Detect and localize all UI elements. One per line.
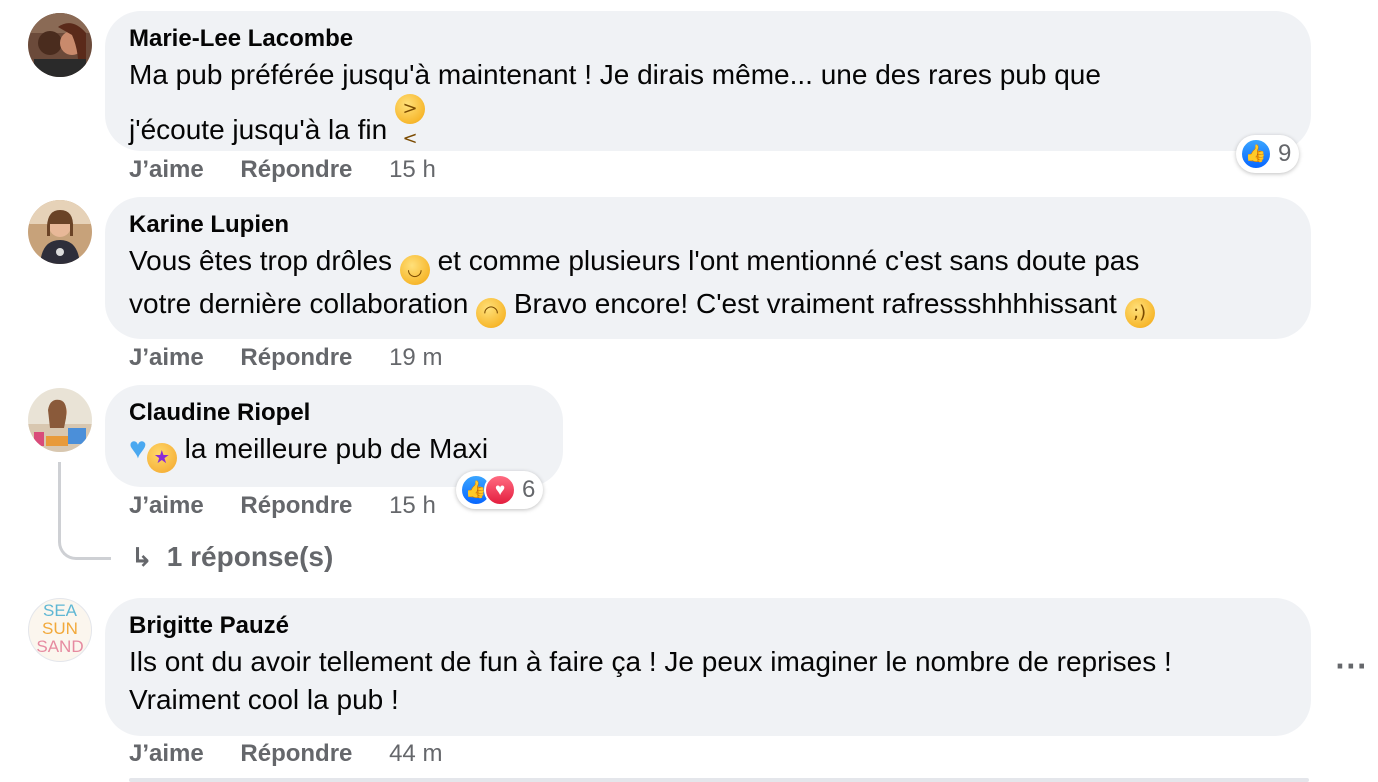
comment-text-line: la meilleure pub de Maxi [184, 433, 489, 464]
comment-timestamp[interactable]: 19 m [389, 344, 442, 371]
avatar-logo-text: SAND [36, 637, 84, 656]
thread-connector [58, 462, 111, 560]
comment-text-line: j'écoute jusqu'à la fin [129, 114, 388, 145]
more-options-icon[interactable]: ··· [1335, 652, 1368, 682]
laughing-emoji-icon: >< [394, 94, 425, 149]
comment-timestamp[interactable]: 15 h [389, 492, 436, 519]
view-replies-link[interactable]: ↳ 1 réponse(s) [131, 540, 333, 575]
comment-text: ♥ ★ la meilleure pub de Maxi [129, 430, 539, 473]
comment-bubble: Marie-Lee Lacombe Ma pub préférée jusqu'… [105, 11, 1311, 151]
grinning-emoji-icon: ◡ [399, 255, 430, 285]
reaction-count: 9 [1278, 140, 1292, 167]
like-button[interactable]: J’aime [129, 344, 204, 371]
blue-heart-icon: ♥ [129, 432, 147, 465]
comment-text-line: Vraiment cool la pub ! [129, 684, 399, 715]
comment-author[interactable]: Karine Lupien [129, 210, 1287, 240]
comment-timestamp[interactable]: 44 m [389, 740, 442, 767]
comment-text: Vous êtes trop drôles ◡ et comme plusieu… [129, 242, 1287, 328]
avatar-logo-text: SUN [42, 619, 78, 638]
like-button[interactable]: J’aime [129, 156, 204, 183]
comment-author[interactable]: Claudine Riopel [129, 398, 539, 428]
like-icon: 👍 [1240, 138, 1272, 170]
avatar-marie-lee[interactable] [28, 13, 92, 77]
comment-actions: J’aime Répondre 44 m [129, 739, 442, 769]
winking-emoji-icon: ;) [1124, 298, 1155, 328]
star-struck-emoji-icon: ★ [146, 443, 177, 473]
love-icon: ♥ [484, 474, 516, 506]
comment-actions: J’aime Répondre 19 m [129, 343, 442, 373]
comment-actions: J’aime Répondre 15 h [129, 155, 436, 185]
smiling-emoji-icon: ◠ [476, 298, 507, 328]
comment-author[interactable]: Brigitte Pauzé [129, 611, 1287, 641]
comment-actions: J’aime Répondre 15 h [129, 491, 436, 521]
like-button[interactable]: J’aime [129, 492, 204, 519]
avatar-claudine[interactable] [28, 388, 92, 452]
comment-text-line: votre dernière collaboration [129, 288, 469, 319]
reply-button[interactable]: Répondre [240, 740, 352, 767]
next-item-edge [129, 778, 1309, 782]
comment-bubble: Brigitte Pauzé Ils ont du avoir tellemen… [105, 598, 1311, 736]
comment-text-line: Vous êtes trop drôles [129, 245, 393, 276]
replies-label: 1 réponse(s) [166, 541, 334, 572]
comment-text-line: et comme plusieurs l'ont mentionné c'est… [437, 245, 1140, 276]
like-button[interactable]: J’aime [129, 740, 204, 767]
avatar-logo-text: SEA [42, 601, 78, 620]
reply-arrow-icon: ↳ [131, 543, 153, 573]
comment-timestamp[interactable]: 15 h [389, 156, 436, 183]
reply-button[interactable]: Répondre [240, 492, 352, 519]
reaction-summary[interactable]: 👍 ♥ 6 [456, 471, 544, 509]
comment-text-line: Bravo encore! C'est vraiment rafressshhh… [513, 288, 1117, 319]
comment-text-line: Ma pub préférée jusqu'à maintenant ! Je … [129, 59, 1101, 90]
comment-author[interactable]: Marie-Lee Lacombe [129, 24, 1287, 54]
comment-text: Ma pub préférée jusqu'à maintenant ! Je … [129, 56, 1287, 149]
reaction-summary[interactable]: 👍 9 [1236, 135, 1300, 173]
avatar-brigitte[interactable]: SEA SUN SAND [28, 598, 92, 662]
reply-button[interactable]: Répondre [240, 156, 352, 183]
avatar-karine[interactable] [28, 200, 92, 264]
comment-text-line: Ils ont du avoir tellement de fun à fair… [129, 646, 1172, 677]
comment-text: Ils ont du avoir tellement de fun à fair… [129, 643, 1287, 719]
comment-bubble: Karine Lupien Vous êtes trop drôles ◡ et… [105, 197, 1311, 339]
reaction-count: 6 [522, 476, 536, 503]
reply-button[interactable]: Répondre [240, 344, 352, 371]
